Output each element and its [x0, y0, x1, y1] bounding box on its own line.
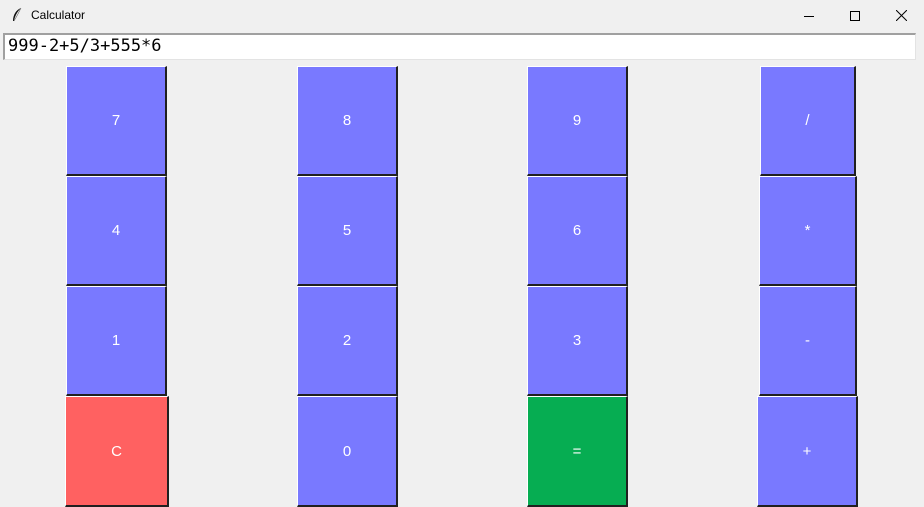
minimize-button[interactable] — [786, 0, 832, 31]
title-bar: Calculator — [0, 0, 924, 31]
clear-button[interactable]: C — [65, 396, 169, 507]
key-4[interactable]: 4 — [66, 176, 167, 286]
key-3[interactable]: 3 — [527, 286, 628, 396]
minimize-icon — [804, 15, 814, 17]
equals-button[interactable]: = — [527, 396, 628, 507]
maximize-button[interactable] — [832, 0, 878, 31]
maximize-icon — [850, 10, 860, 21]
close-button[interactable] — [878, 0, 924, 31]
key-2[interactable]: 2 — [297, 286, 398, 396]
key-5[interactable]: 5 — [297, 176, 398, 286]
key-0[interactable]: 0 — [297, 396, 398, 507]
key-1[interactable]: 1 — [66, 286, 167, 396]
feather-icon — [13, 7, 22, 22]
key-subtract[interactable]: - — [759, 286, 857, 396]
window-title: Calculator — [31, 8, 86, 22]
key-8[interactable]: 8 — [297, 66, 398, 176]
key-divide[interactable]: / — [760, 66, 856, 176]
calculator-display[interactable]: 999-2+5/3+555*6 — [3, 33, 916, 60]
close-icon — [895, 10, 907, 21]
key-add[interactable]: + — [757, 396, 858, 507]
key-multiply[interactable]: * — [759, 176, 857, 286]
key-9[interactable]: 9 — [527, 66, 628, 176]
key-7[interactable]: 7 — [66, 66, 167, 176]
key-6[interactable]: 6 — [527, 176, 628, 286]
